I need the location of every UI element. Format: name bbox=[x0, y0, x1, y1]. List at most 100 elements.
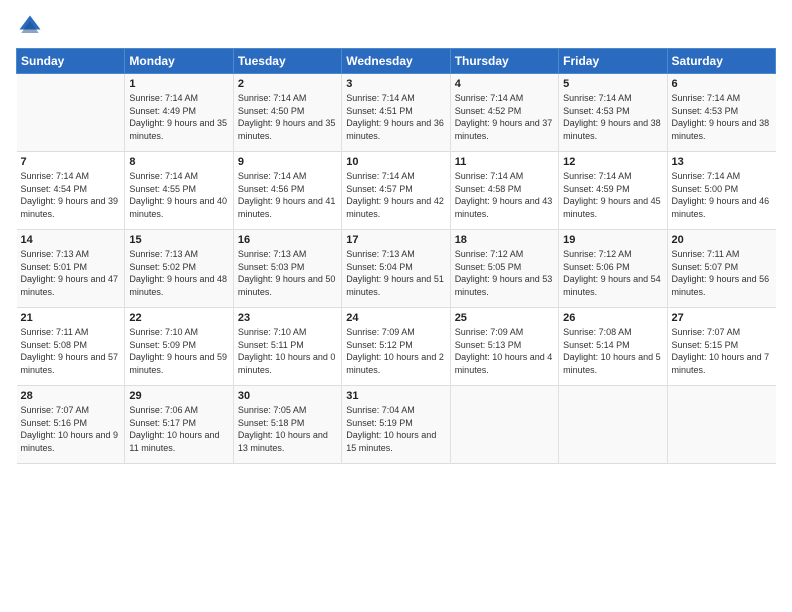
day-info: Sunrise: 7:14 AMSunset: 5:00 PMDaylight:… bbox=[672, 171, 770, 219]
day-cell: 26Sunrise: 7:08 AMSunset: 5:14 PMDayligh… bbox=[559, 308, 667, 386]
calendar-header: SundayMondayTuesdayWednesdayThursdayFrid… bbox=[17, 49, 776, 74]
logo bbox=[16, 12, 48, 40]
day-header: Thursday bbox=[450, 49, 558, 74]
day-cell: 16 Sunrise: 7:13 AMSunset: 5:03 PMDayligh… bbox=[233, 230, 341, 308]
day-info: Sunrise: 7:12 AMSunset: 5:05 PMDaylight:… bbox=[455, 249, 553, 297]
day-cell bbox=[559, 386, 667, 464]
day-cell: 19 Sunrise: 7:12 AMSunset: 5:06 PMDayligh… bbox=[559, 230, 667, 308]
day-number: 31 bbox=[346, 390, 445, 402]
day-cell: 5Sunrise: 7:14 AMSunset: 4:53 PMDaylight… bbox=[559, 74, 667, 152]
day-cell: 8 Sunrise: 7:14 AMSunset: 4:55 PMDaylight… bbox=[125, 152, 233, 230]
day-cell: 14Sunrise: 7:13 AMSunset: 5:01 PMDayligh… bbox=[17, 230, 125, 308]
day-number: 23 bbox=[238, 312, 337, 324]
day-info: Sunrise: 7:14 AMSunset: 4:53 PMDaylight:… bbox=[672, 93, 770, 141]
week-row: 14Sunrise: 7:13 AMSunset: 5:01 PMDayligh… bbox=[17, 230, 776, 308]
day-cell: 4 Sunrise: 7:14 AMSunset: 4:52 PMDaylight… bbox=[450, 74, 558, 152]
day-number: 10 bbox=[346, 156, 445, 168]
day-number: 6 bbox=[672, 78, 772, 90]
day-info: Sunrise: 7:11 AMSunset: 5:07 PMDaylight:… bbox=[672, 249, 770, 297]
day-cell: 17 Sunrise: 7:13 AMSunset: 5:04 PMDayligh… bbox=[342, 230, 450, 308]
day-info: Sunrise: 7:13 AMSunset: 5:03 PMDaylight:… bbox=[238, 249, 336, 297]
day-header: Saturday bbox=[667, 49, 775, 74]
day-info: Sunrise: 7:14 AMSunset: 4:49 PMDaylight:… bbox=[129, 93, 227, 141]
day-number: 13 bbox=[672, 156, 772, 168]
day-number: 28 bbox=[21, 390, 121, 402]
day-cell: 23 Sunrise: 7:10 AMSunset: 5:11 PMDayligh… bbox=[233, 308, 341, 386]
day-header: Sunday bbox=[17, 49, 125, 74]
day-number: 27 bbox=[672, 312, 772, 324]
day-info: Sunrise: 7:09 AMSunset: 5:13 PMDaylight:… bbox=[455, 327, 553, 375]
day-number: 1 bbox=[129, 78, 228, 90]
day-cell: 20 Sunrise: 7:11 AMSunset: 5:07 PMDayligh… bbox=[667, 230, 775, 308]
day-info: Sunrise: 7:13 AMSunset: 5:04 PMDaylight:… bbox=[346, 249, 444, 297]
day-cell: 11 Sunrise: 7:14 AMSunset: 4:58 PMDayligh… bbox=[450, 152, 558, 230]
day-number: 29 bbox=[129, 390, 228, 402]
logo-icon bbox=[16, 12, 44, 40]
day-info: Sunrise: 7:13 AMSunset: 5:02 PMDaylight:… bbox=[129, 249, 227, 297]
day-number: 11 bbox=[455, 156, 554, 168]
day-number: 12 bbox=[563, 156, 662, 168]
day-number: 16 bbox=[238, 234, 337, 246]
day-number: 4 bbox=[455, 78, 554, 90]
day-info: Sunrise: 7:08 AMSunset: 5:14 PMDaylight:… bbox=[563, 327, 661, 375]
day-cell: 30 Sunrise: 7:05 AMSunset: 5:18 PMDayligh… bbox=[233, 386, 341, 464]
day-cell: 1 Sunrise: 7:14 AMSunset: 4:49 PMDaylight… bbox=[125, 74, 233, 152]
page: SundayMondayTuesdayWednesdayThursdayFrid… bbox=[0, 0, 792, 612]
day-cell: 15 Sunrise: 7:13 AMSunset: 5:02 PMDayligh… bbox=[125, 230, 233, 308]
day-header: Friday bbox=[559, 49, 667, 74]
day-number: 25 bbox=[455, 312, 554, 324]
day-number: 7 bbox=[21, 156, 121, 168]
day-number: 2 bbox=[238, 78, 337, 90]
day-info: Sunrise: 7:10 AMSunset: 5:11 PMDaylight:… bbox=[238, 327, 336, 375]
day-cell: 28 Sunrise: 7:07 AMSunset: 5:16 PMDayligh… bbox=[17, 386, 125, 464]
day-info: Sunrise: 7:07 AMSunset: 5:16 PMDaylight:… bbox=[21, 405, 119, 453]
calendar-table: SundayMondayTuesdayWednesdayThursdayFrid… bbox=[16, 48, 776, 464]
day-cell: 21 Sunrise: 7:11 AMSunset: 5:08 PMDayligh… bbox=[17, 308, 125, 386]
day-info: Sunrise: 7:14 AMSunset: 4:55 PMDaylight:… bbox=[129, 171, 227, 219]
day-info: Sunrise: 7:12 AMSunset: 5:06 PMDaylight:… bbox=[563, 249, 661, 297]
day-cell: 24Sunrise: 7:09 AMSunset: 5:12 PMDayligh… bbox=[342, 308, 450, 386]
day-info: Sunrise: 7:11 AMSunset: 5:08 PMDaylight:… bbox=[21, 327, 119, 375]
day-number: 17 bbox=[346, 234, 445, 246]
day-cell: 7 Sunrise: 7:14 AMSunset: 4:54 PMDaylight… bbox=[17, 152, 125, 230]
day-info: Sunrise: 7:14 AMSunset: 4:56 PMDaylight:… bbox=[238, 171, 336, 219]
day-header: Tuesday bbox=[233, 49, 341, 74]
day-info: Sunrise: 7:10 AMSunset: 5:09 PMDaylight:… bbox=[129, 327, 227, 375]
day-cell: 22Sunrise: 7:10 AMSunset: 5:09 PMDayligh… bbox=[125, 308, 233, 386]
day-cell bbox=[667, 386, 775, 464]
day-cell: 3Sunrise: 7:14 AMSunset: 4:51 PMDaylight… bbox=[342, 74, 450, 152]
day-number: 9 bbox=[238, 156, 337, 168]
day-number: 30 bbox=[238, 390, 337, 402]
day-info: Sunrise: 7:14 AMSunset: 4:59 PMDaylight:… bbox=[563, 171, 661, 219]
header-row: SundayMondayTuesdayWednesdayThursdayFrid… bbox=[17, 49, 776, 74]
day-number: 19 bbox=[563, 234, 662, 246]
header bbox=[16, 12, 776, 40]
day-cell: 18 Sunrise: 7:12 AMSunset: 5:05 PMDayligh… bbox=[450, 230, 558, 308]
day-info: Sunrise: 7:14 AMSunset: 4:50 PMDaylight:… bbox=[238, 93, 336, 141]
day-info: Sunrise: 7:07 AMSunset: 5:15 PMDaylight:… bbox=[672, 327, 770, 375]
day-number: 8 bbox=[129, 156, 228, 168]
day-info: Sunrise: 7:05 AMSunset: 5:18 PMDaylight:… bbox=[238, 405, 328, 453]
day-cell: 12 Sunrise: 7:14 AMSunset: 4:59 PMDayligh… bbox=[559, 152, 667, 230]
day-number: 18 bbox=[455, 234, 554, 246]
week-row: 7 Sunrise: 7:14 AMSunset: 4:54 PMDaylight… bbox=[17, 152, 776, 230]
day-cell: 9 Sunrise: 7:14 AMSunset: 4:56 PMDaylight… bbox=[233, 152, 341, 230]
day-info: Sunrise: 7:14 AMSunset: 4:58 PMDaylight:… bbox=[455, 171, 553, 219]
day-info: Sunrise: 7:14 AMSunset: 4:54 PMDaylight:… bbox=[21, 171, 119, 219]
day-cell: 25 Sunrise: 7:09 AMSunset: 5:13 PMDayligh… bbox=[450, 308, 558, 386]
day-cell: 13 Sunrise: 7:14 AMSunset: 5:00 PMDayligh… bbox=[667, 152, 775, 230]
day-number: 21 bbox=[21, 312, 121, 324]
day-info: Sunrise: 7:13 AMSunset: 5:01 PMDaylight:… bbox=[21, 249, 119, 297]
day-cell: 10 Sunrise: 7:14 AMSunset: 4:57 PMDayligh… bbox=[342, 152, 450, 230]
day-info: Sunrise: 7:14 AMSunset: 4:53 PMDaylight:… bbox=[563, 93, 661, 141]
day-info: Sunrise: 7:06 AMSunset: 5:17 PMDaylight:… bbox=[129, 405, 219, 453]
day-cell: 29 Sunrise: 7:06 AMSunset: 5:17 PMDayligh… bbox=[125, 386, 233, 464]
day-number: 15 bbox=[129, 234, 228, 246]
day-info: Sunrise: 7:14 AMSunset: 4:51 PMDaylight:… bbox=[346, 93, 444, 141]
day-header: Monday bbox=[125, 49, 233, 74]
day-number: 20 bbox=[672, 234, 772, 246]
day-info: Sunrise: 7:14 AMSunset: 4:52 PMDaylight:… bbox=[455, 93, 553, 141]
day-cell bbox=[450, 386, 558, 464]
day-info: Sunrise: 7:14 AMSunset: 4:57 PMDaylight:… bbox=[346, 171, 444, 219]
day-header: Wednesday bbox=[342, 49, 450, 74]
